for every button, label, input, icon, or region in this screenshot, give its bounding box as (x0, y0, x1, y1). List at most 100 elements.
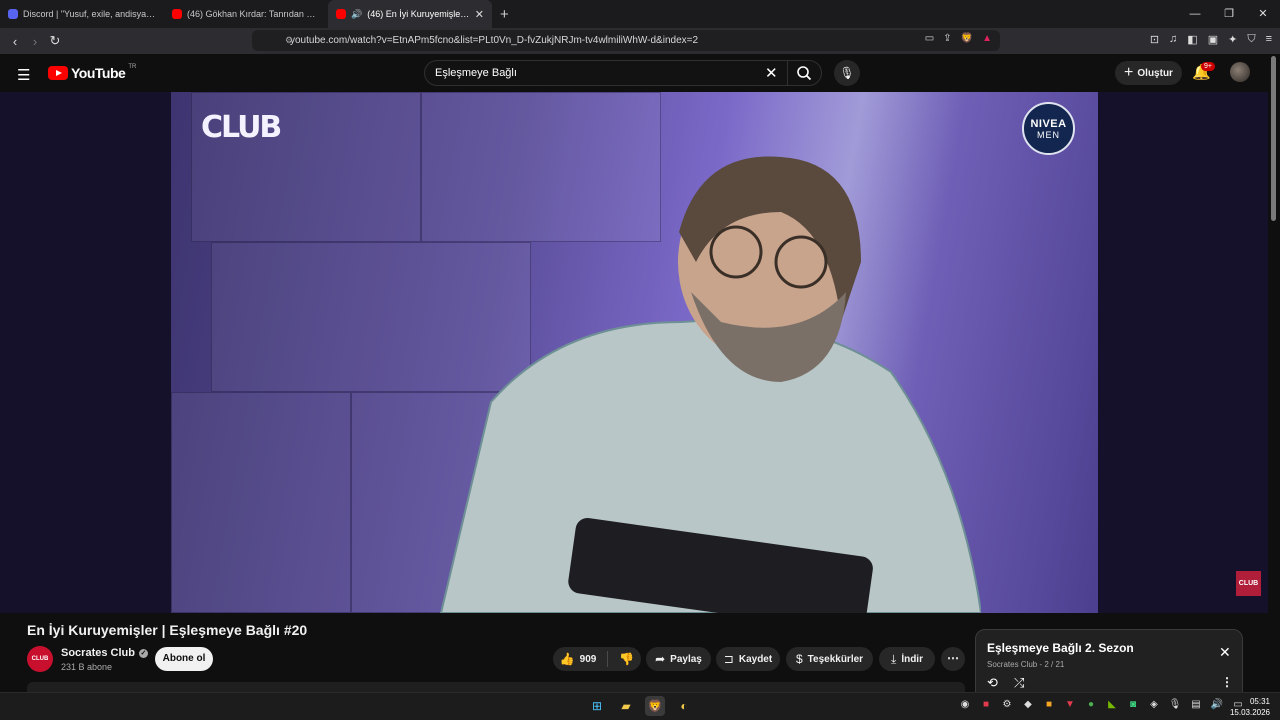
more-actions-icon[interactable]: ⋯ (941, 647, 965, 671)
search-icon[interactable] (796, 65, 812, 81)
wallet-icon[interactable]: ▣ (1208, 33, 1218, 46)
video-player[interactable]: CLUB NIVEA MEN (0, 92, 1268, 613)
tray-app-icon[interactable]: ◉ (958, 699, 972, 710)
cast-icon[interactable]: ▭ (925, 33, 934, 44)
tab-title: Discord | "Yusuf, exile, andisya b… (23, 9, 156, 19)
clear-search-icon[interactable]: ✕ (765, 64, 778, 82)
discord-icon (8, 9, 18, 19)
playlist-panel: Eşleşmeye Bağlı 2. Sezon Socrates Club -… (975, 629, 1243, 699)
notification-badge: 9+ (1201, 62, 1215, 71)
vpn-icon[interactable]: ⛉ (1247, 33, 1255, 46)
network-icon[interactable]: ▤ (1189, 699, 1203, 710)
tray-app-icon[interactable]: ⚙ (1000, 699, 1014, 710)
create-button[interactable]: + Oluştur (1115, 61, 1182, 85)
tray-app-icon[interactable]: ◆ (1021, 699, 1035, 710)
youtube-play-icon (48, 66, 68, 80)
save-label: Kaydet (738, 653, 773, 665)
club-watermark: CLUB (201, 110, 282, 145)
reload-icon[interactable]: ↻ (45, 33, 65, 49)
thanks-button[interactable]: $ Teşekkürler (786, 647, 873, 671)
back-icon[interactable]: ‹ (5, 34, 25, 49)
video-frame[interactable]: CLUB NIVEA MEN (171, 92, 1098, 613)
playlist-title[interactable]: Eşleşmeye Bağlı 2. Sezon (987, 641, 1134, 655)
close-playlist-icon[interactable]: ✕ (1219, 644, 1231, 661)
channel-avatar[interactable]: CLUB (27, 646, 53, 672)
like-icon[interactable]: 👍 (560, 652, 575, 666)
page-scrollbar[interactable] (1268, 54, 1280, 692)
search-box[interactable]: Eşleşmeye Bağlı ✕ (424, 60, 822, 86)
subscribe-button[interactable]: Abone ol (155, 647, 213, 671)
save-button[interactable]: ⊐ Kaydet (716, 647, 780, 671)
share-button[interactable]: ➦ Paylaş (646, 647, 711, 671)
channel-watermark[interactable]: CLUB (1236, 571, 1261, 596)
forward-icon[interactable]: › (25, 34, 45, 49)
tab-discord[interactable]: Discord | "Yusuf, exile, andisya b… (0, 0, 164, 28)
hamburger-menu-icon[interactable]: ☰ (17, 66, 30, 84)
microphone-icon[interactable]: 🎙 (1168, 699, 1182, 710)
tray-app-icon[interactable]: ■ (979, 699, 993, 710)
speaker-icon: 🔊 (351, 8, 363, 19)
tab-title: (46) Gökhan Kırdar: Tanrıdan Diledim… (187, 9, 320, 19)
maximize-icon[interactable]: ❐ (1212, 0, 1246, 28)
tray-app-icon[interactable]: ◈ (1147, 699, 1161, 710)
minimize-icon[interactable]: — (1178, 0, 1212, 28)
taskbar-clock[interactable]: 05:31 15.03.2026 (1230, 696, 1270, 718)
voice-search-icon[interactable]: 🎙 (834, 60, 860, 86)
media-icon[interactable]: ♫ (1169, 33, 1177, 46)
search-input[interactable]: Eşleşmeye Bağlı (435, 67, 517, 79)
loop-icon[interactable]: ⟲ (987, 675, 998, 691)
share-arrow-icon: ➦ (655, 652, 666, 666)
address-bar[interactable]: ⚙ youtube.com/watch?v=EtnAPm5fcno&list=P… (252, 30, 1000, 51)
windows-taskbar: ⊞ ▰ 🦁 ◐ ◉ ■ ⚙ ◆ ■ ▼ ● ◣ ◙ ◈ 🎙 ▤ 🔊 ▭ 05:3… (0, 692, 1280, 720)
tray-app-icon[interactable]: ▼ (1063, 699, 1077, 710)
tray-app-icon[interactable]: ◙ (1126, 699, 1140, 710)
brave-shield-icon[interactable]: 🦁 (961, 33, 973, 44)
app-icon[interactable]: ◐ (674, 696, 694, 716)
video-title: En İyi Kuruyemişler | Eşleşmeye Bağlı #2… (27, 622, 308, 638)
tab-youtube-active[interactable]: 🔊 (46) En İyi Kuruyemişler | Eşleş… ✕ (328, 0, 492, 28)
like-divider (607, 651, 609, 667)
create-label: Oluştur (1137, 67, 1173, 79)
channel-name-row[interactable]: Socrates Club ✓ (61, 647, 148, 659)
super-thanks-icon: $ (795, 652, 803, 666)
youtube-favicon-icon (336, 9, 346, 19)
windows-start-icon[interactable]: ⊞ (587, 696, 607, 716)
clock-date: 15.03.2026 (1229, 708, 1270, 717)
shuffle-icon[interactable]: ⤮ (1014, 675, 1024, 691)
like-count[interactable]: 909 (580, 654, 597, 665)
nvidia-icon[interactable]: ◣ (1105, 699, 1119, 710)
download-button[interactable]: ⤓ İndir (879, 647, 935, 671)
share-icon[interactable]: ⇪ (943, 33, 951, 44)
playlist-more-icon[interactable]: ⋮ (1221, 675, 1233, 689)
window-controls: — ❐ ✕ (1178, 0, 1280, 28)
brave-rewards-icon[interactable]: ▲ (982, 33, 992, 44)
leo-ai-icon[interactable]: ✦ (1228, 33, 1237, 46)
tab-close-icon[interactable]: ✕ (475, 8, 484, 21)
description-box[interactable] (27, 682, 965, 692)
tray-app-icon[interactable]: ● (1084, 699, 1098, 710)
url-text: youtube.com/watch?v=EtnAPm5fcno&list=PLt… (290, 35, 699, 46)
channel-name[interactable]: Socrates Club (61, 647, 135, 659)
plus-icon: + (1124, 64, 1134, 81)
tray-app-icon[interactable]: ■ (1042, 699, 1056, 710)
brave-browser-icon[interactable]: 🦁 (645, 696, 665, 716)
extensions-area: ⊡ ♫ ◧ ▣ ✦ ⛉ ≡ (1150, 33, 1272, 46)
menu-icon[interactable]: ≡ (1266, 33, 1272, 46)
new-tab-button[interactable]: + (500, 6, 509, 23)
file-explorer-icon[interactable]: ▰ (616, 696, 636, 716)
close-window-icon[interactable]: ✕ (1246, 0, 1280, 28)
search-divider (787, 61, 788, 85)
save-bookmark-icon: ⊐ (723, 652, 734, 666)
youtube-logo[interactable]: YouTube TR (48, 64, 136, 81)
sidebar-icon[interactable]: ◧ (1187, 33, 1197, 46)
tab-youtube-gokhan[interactable]: (46) Gökhan Kırdar: Tanrıdan Diledim… (164, 0, 328, 28)
download-icon: ⤓ (891, 651, 897, 666)
account-avatar[interactable] (1230, 62, 1250, 82)
sponsor-bottom: MEN (1037, 130, 1060, 140)
site-info-icon[interactable]: ⚙ (285, 35, 293, 46)
scrollbar-thumb[interactable] (1271, 56, 1276, 221)
volume-icon[interactable]: 🔊 (1210, 699, 1224, 710)
dislike-icon[interactable]: 👎 (619, 652, 634, 666)
screenshot-icon[interactable]: ⊡ (1150, 33, 1159, 46)
taskbar-apps: ⊞ ▰ 🦁 ◐ (587, 696, 694, 716)
